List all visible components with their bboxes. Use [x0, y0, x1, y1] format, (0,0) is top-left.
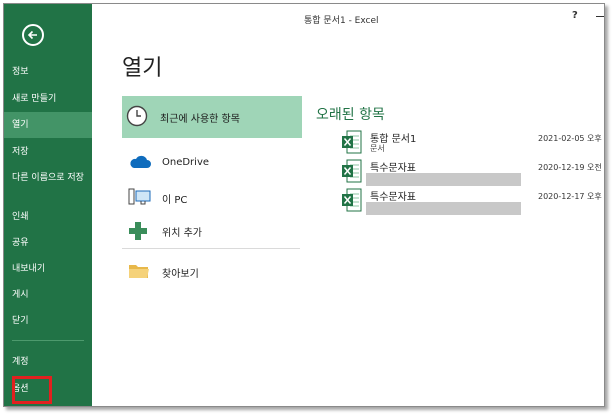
sidebar-item-publish[interactable]: 게시	[4, 289, 92, 301]
file-name: 특수문자표	[370, 192, 416, 203]
computer-icon	[128, 188, 151, 205]
file-date: 2021-02-05 오후 1	[538, 134, 605, 143]
sidebar-item-account[interactable]: 계정	[4, 356, 92, 368]
sidebar-item-save[interactable]: 저장	[4, 146, 92, 158]
excel-file-icon	[342, 188, 362, 212]
file-location: 문서	[370, 144, 385, 153]
location-recent[interactable]: 최근에 사용한 항목	[122, 96, 302, 138]
excel-file-icon	[342, 130, 362, 154]
folder-icon	[129, 265, 149, 278]
plus-icon	[129, 222, 147, 240]
recent-file[interactable]: 특수문자표 2020-12-19 오전	[342, 159, 604, 189]
redacted-path	[366, 202, 521, 215]
backstage-sidebar: 정보 새로 만들기 열기 저장 다른 이름으로 저장 인쇄 공유 내보내기 게시…	[4, 4, 92, 406]
sidebar-item-info[interactable]: 정보	[4, 66, 92, 78]
redacted-path	[366, 173, 521, 186]
location-onedrive-label: OneDrive	[162, 157, 210, 168]
sidebar-item-close[interactable]: 닫기	[4, 315, 92, 327]
file-name: 특수문자표	[370, 163, 416, 174]
location-browse-label: 찾아보기	[162, 269, 199, 280]
recent-file[interactable]: 특수문자표 2020-12-17 오후	[342, 188, 604, 218]
location-this-pc[interactable]: 이 PC	[122, 184, 302, 210]
location-add-place-label: 위치 추가	[162, 228, 202, 239]
sidebar-item-open[interactable]: 열기	[4, 112, 92, 138]
cloud-icon	[130, 155, 151, 168]
location-this-pc-label: 이 PC	[162, 195, 188, 206]
excel-file-icon	[342, 159, 362, 183]
help-button[interactable]: ?	[572, 10, 578, 21]
sidebar-item-print[interactable]: 인쇄	[4, 211, 92, 223]
clock-icon	[126, 105, 148, 127]
location-browse[interactable]: 찾아보기	[122, 258, 302, 284]
file-date: 2020-12-19 오전	[538, 163, 602, 172]
file-date: 2020-12-17 오후	[538, 192, 602, 201]
sidebar-item-export[interactable]: 내보내기	[4, 263, 92, 275]
minimize-icon[interactable]	[596, 16, 604, 17]
back-arrow-icon[interactable]	[22, 24, 44, 46]
excel-window: 정보 새로 만들기 열기 저장 다른 이름으로 저장 인쇄 공유 내보내기 게시…	[3, 3, 605, 407]
location-add-place[interactable]: 위치 추가	[122, 217, 302, 243]
sidebar-item-share[interactable]: 공유	[4, 237, 92, 249]
sidebar-item-new[interactable]: 새로 만들기	[4, 93, 92, 105]
page-title: 열기	[122, 56, 163, 81]
location-recent-label: 최근에 사용한 항목	[160, 114, 240, 125]
sidebar-item-save-as[interactable]: 다른 이름으로 저장	[4, 172, 84, 184]
window-title: 통합 문서1 - Excel	[304, 16, 379, 26]
locations-divider	[122, 248, 300, 249]
recent-heading: 오래된 항목	[316, 107, 385, 123]
recent-file[interactable]: 통합 문서1 문서 2021-02-05 오후 1	[342, 130, 604, 160]
options-highlight-box	[12, 376, 52, 404]
sidebar-divider	[12, 340, 84, 341]
location-onedrive[interactable]: OneDrive	[122, 150, 302, 176]
